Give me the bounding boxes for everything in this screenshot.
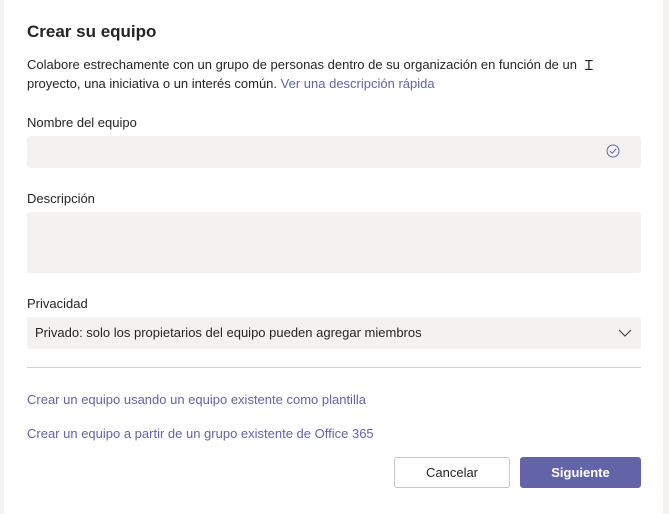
text-cursor-icon: Ɪ [585,57,593,73]
privacy-selected-value: Privado: solo los propietarios del equip… [35,325,422,340]
team-name-input[interactable] [27,136,641,168]
description-label: Descripción [27,191,95,206]
quick-overview-link[interactable]: Ver una descripción rápida [281,76,435,91]
right-edge [663,0,669,514]
dialog-title: Crear su equipo [27,22,157,41]
create-from-group-link[interactable]: Crear un equipo a partir de un grupo exi… [27,426,374,441]
left-edge [0,0,4,514]
chevron-down-icon [618,329,632,337]
divider [27,367,641,368]
next-button[interactable]: Siguiente [520,457,641,488]
check-circle-icon [606,144,620,158]
privacy-label: Privacidad [27,296,88,311]
create-team-dialog: Crear su equipo Colabore estrechamente c… [0,0,669,514]
create-from-template-link[interactable]: Crear un equipo usando un equipo existen… [27,392,366,407]
cancel-button[interactable]: Cancelar [394,457,510,488]
team-name-label: Nombre del equipo [27,115,137,130]
intro-paragraph: Colabore estrechamente con un grupo de p… [27,55,612,93]
privacy-select[interactable]: Privado: solo los propietarios del equip… [27,317,641,349]
description-textarea[interactable] [27,212,641,273]
